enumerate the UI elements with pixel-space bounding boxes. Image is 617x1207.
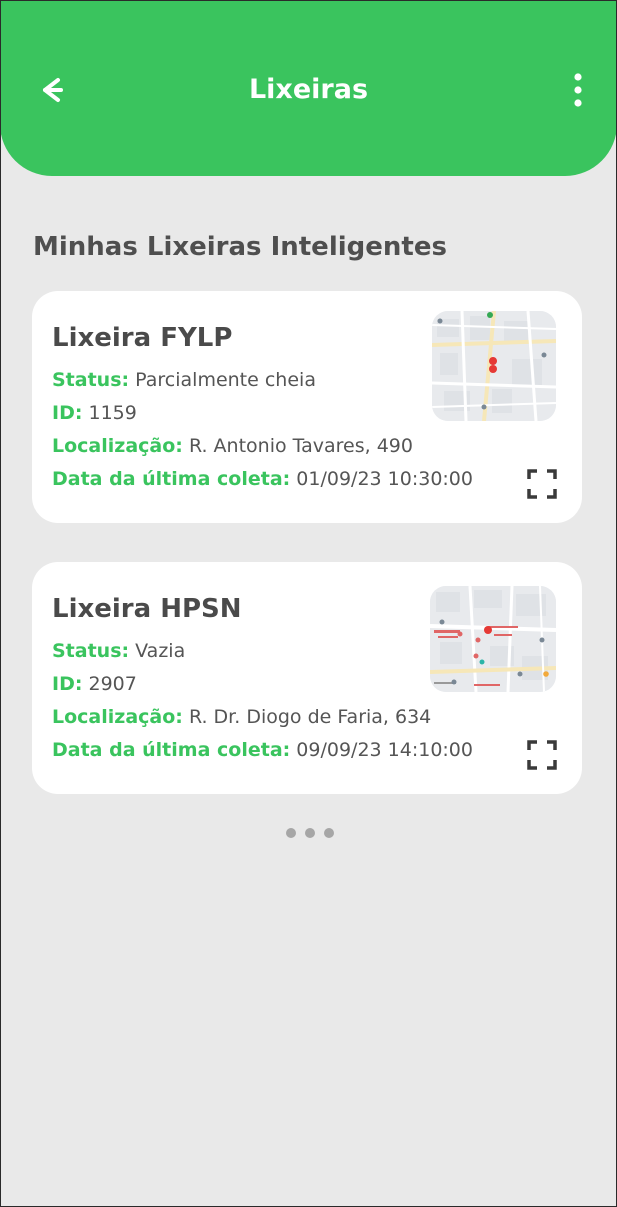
expand-button[interactable] [526,468,558,500]
last-collection-value: 01/09/23 10:30:00 [296,468,473,490]
last-collection-label: Data da última coleta: [52,468,291,490]
last-collection-label: Data da última coleta: [52,739,291,761]
map-image [430,586,556,692]
id-label: ID: [52,402,83,424]
status-label: Status: [52,369,130,391]
expand-icon [527,469,557,499]
map-image [432,311,556,421]
bin-name: Lixeira HPSN [52,594,242,624]
bin-name: Lixeira FYLP [52,323,233,353]
location-label: Localização: [52,435,183,457]
bin-card[interactable]: Lixeira HPSN Status: Vazia ID: 2907 Loca… [32,562,582,794]
bin-status-row: Status: Vazia [52,640,185,662]
more-vertical-icon [574,73,582,107]
expand-button[interactable] [526,739,558,771]
more-dots-icon [286,828,296,838]
expand-icon [527,740,557,770]
bin-location-row: Localização: R. Dr. Diogo de Faria, 634 [52,706,431,728]
status-value: Parcialmente cheia [135,369,316,391]
map-thumbnail[interactable] [430,586,556,692]
page-title: Lixeiras [248,74,369,105]
bin-id-row: ID: 2907 [52,673,137,695]
bin-last-collection-row: Data da última coleta: 01/09/23 10:30:00 [52,468,473,490]
bin-location-row: Localização: R. Antonio Tavares, 490 [52,435,413,457]
more-dots-icon [324,828,334,838]
last-collection-value: 09/09/23 14:10:00 [296,739,473,761]
more-options-button[interactable] [562,70,594,110]
more-dots-icon [305,828,315,838]
id-value: 2907 [88,673,137,695]
status-label: Status: [52,640,130,662]
bin-card[interactable]: Lixeira FYLP Status: Parcialmente cheia … [32,291,582,523]
bin-last-collection-row: Data da última coleta: 09/09/23 14:10:00 [52,739,473,761]
location-value: R. Dr. Diogo de Faria, 634 [188,706,432,728]
load-more-button[interactable] [286,828,334,840]
bin-id-row: ID: 1159 [52,402,137,424]
id-value: 1159 [88,402,137,424]
location-label: Localização: [52,706,183,728]
location-value: R. Antonio Tavares, 490 [188,435,413,457]
app-header: Lixeiras [0,0,617,176]
status-value: Vazia [135,640,186,662]
map-thumbnail[interactable] [432,311,556,421]
id-label: ID: [52,673,83,695]
bin-status-row: Status: Parcialmente cheia [52,369,316,391]
section-title: Minhas Lixeiras Inteligentes [33,232,447,262]
